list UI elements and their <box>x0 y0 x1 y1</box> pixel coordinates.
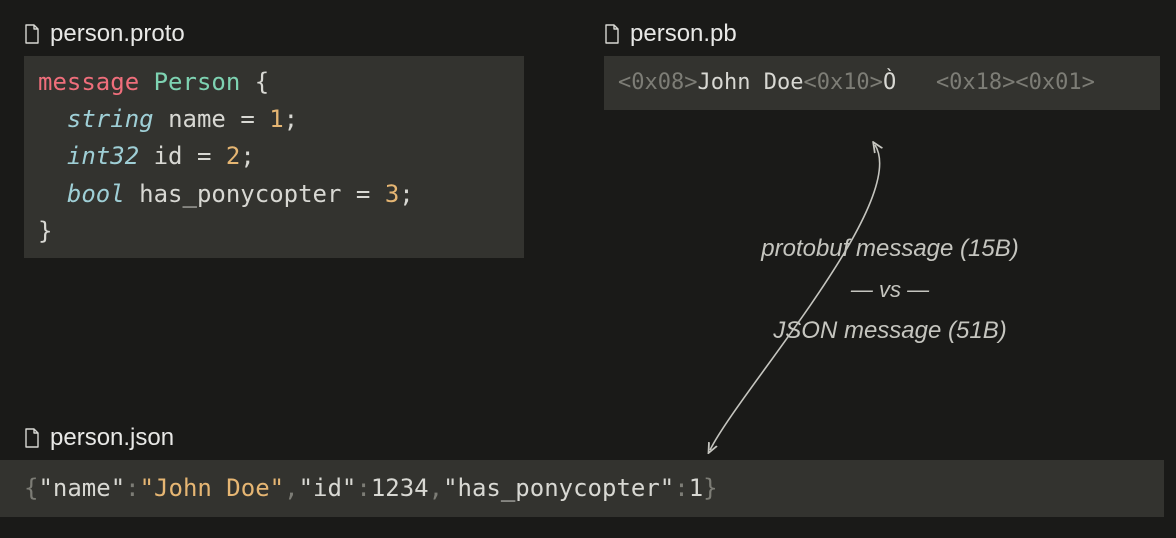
pb-name-value: John Doe <box>697 70 803 95</box>
type-person: Person <box>154 68 241 96</box>
colon: : <box>125 474 139 502</box>
semicolon: ; <box>240 142 254 170</box>
pb-file-name: person.pb <box>630 20 737 48</box>
json-val-name: "John Doe" <box>140 474 285 502</box>
comma: , <box>429 474 443 502</box>
brace-close: } <box>38 217 52 245</box>
file-icon <box>24 428 40 448</box>
json-file-header: person.json <box>24 424 1164 460</box>
json-key-ponycopter: "has_ponycopter" <box>443 474 674 502</box>
equals: = <box>240 105 254 133</box>
field-num: 1 <box>269 105 283 133</box>
file-icon <box>604 24 620 44</box>
brace-open: { <box>24 474 38 502</box>
colon: : <box>674 474 688 502</box>
gap <box>896 70 936 95</box>
json-file-name: person.json <box>50 424 174 452</box>
brace-open: { <box>255 68 269 96</box>
compare-protobuf-line: protobuf message (15B) <box>700 230 1080 268</box>
compare-vs: — vs — <box>700 272 1080 307</box>
proto-code: message Person { string name = 1; int32 … <box>24 56 524 258</box>
proto-panel: person.proto message Person { string nam… <box>24 20 524 258</box>
hex-byte: <0x08> <box>618 70 697 95</box>
pb-file-header: person.pb <box>604 20 1160 56</box>
hex-byte: <0x01> <box>1015 70 1094 95</box>
field-num: 2 <box>226 142 240 170</box>
semicolon: ; <box>284 105 298 133</box>
proto-file-header: person.proto <box>24 20 524 56</box>
comparison-label: protobuf message (15B) — vs — JSON messa… <box>700 230 1080 350</box>
pb-bytes: <0x08>John Doe<0x10>Ò <0x18><0x01> <box>604 56 1160 110</box>
equals: = <box>197 142 211 170</box>
comma: , <box>284 474 298 502</box>
hex-byte: <0x18> <box>936 70 1015 95</box>
field-type-bool: bool <box>67 180 125 208</box>
field-name: name <box>168 105 226 133</box>
field-type-int32: int32 <box>67 142 139 170</box>
pb-raw-byte: Ò <box>883 70 896 95</box>
file-icon <box>24 24 40 44</box>
brace-close: } <box>703 474 717 502</box>
json-panel: person.json {"name":"John Doe","id":1234… <box>24 424 1164 517</box>
pb-panel: person.pb <0x08>John Doe<0x10>Ò <0x18><0… <box>604 20 1160 110</box>
colon: : <box>356 474 370 502</box>
hex-byte: <0x10> <box>803 70 882 95</box>
field-id: id <box>154 142 183 170</box>
field-type-string: string <box>67 105 154 133</box>
proto-file-name: person.proto <box>50 20 185 48</box>
equals: = <box>356 180 370 208</box>
json-key-name: "name" <box>38 474 125 502</box>
keyword-message: message <box>38 68 139 96</box>
compare-json-line: JSON message (51B) <box>700 312 1080 350</box>
json-key-id: "id" <box>299 474 357 502</box>
field-num: 3 <box>385 180 399 208</box>
json-val-ponycopter: 1 <box>689 474 703 502</box>
semicolon: ; <box>399 180 413 208</box>
json-val-id: 1234 <box>371 474 429 502</box>
field-ponycopter: has_ponycopter <box>139 180 341 208</box>
json-code: {"name":"John Doe","id":1234,"has_ponyco… <box>0 460 1164 517</box>
